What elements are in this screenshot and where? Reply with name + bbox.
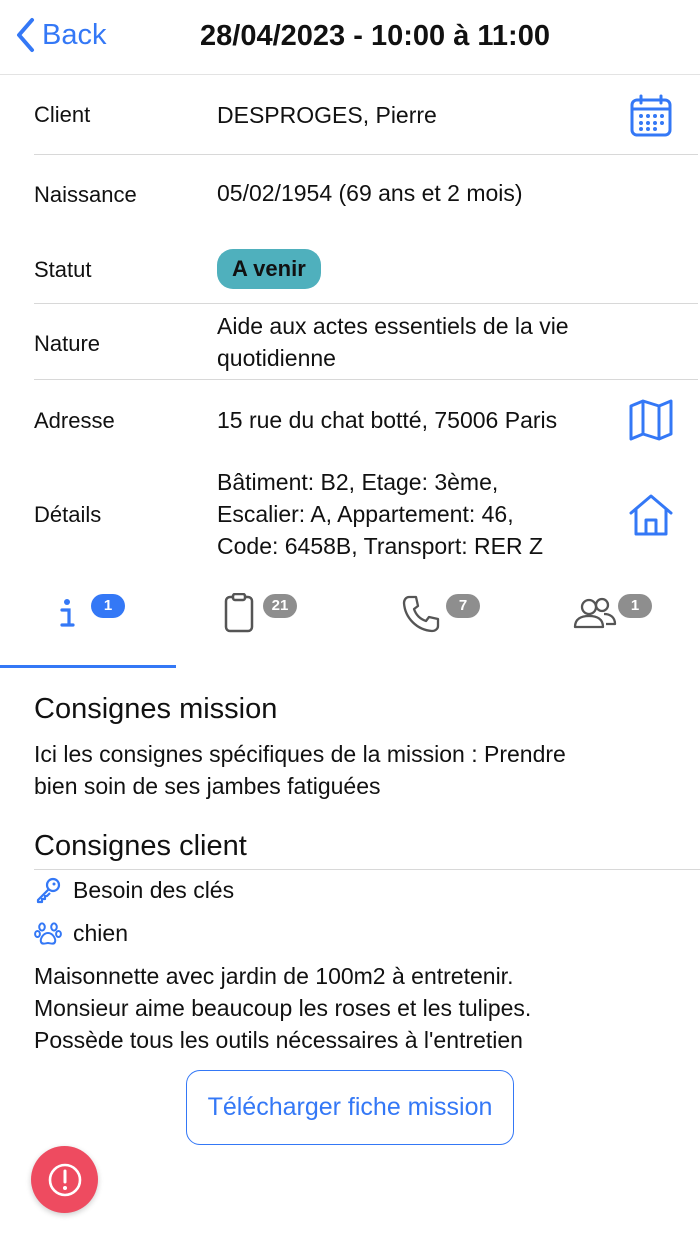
back-button[interactable]: Back [14, 16, 106, 54]
consigne-keys-text: Besoin des clés [73, 876, 235, 903]
tab-contacts[interactable]: 1 [525, 585, 700, 669]
consignes-mission-text: Ici les consignes spécifiques de la miss… [34, 738, 674, 802]
nature-value-line1: Aide aux actes essentiels de la vie [217, 313, 569, 339]
download-mission-sheet-button[interactable]: Télécharger fiche mission [186, 1070, 514, 1145]
client-value: DESPROGES, Pierre [217, 102, 437, 128]
naissance-label: Naissance [34, 182, 137, 207]
consignes-mission-line2: bien soin de ses jambes fatiguées [34, 773, 381, 799]
map-icon[interactable] [628, 397, 674, 443]
consignes-mission-title: Consignes mission [34, 693, 278, 725]
details-value-line1: Bâtiment: B2, Etage: 3ème, [217, 469, 499, 495]
phone-icon [402, 595, 440, 633]
consigne-keys: Besoin des clés [34, 876, 234, 904]
adresse-row: Adresse 15 rue du chat botté, 75006 Pari… [34, 380, 698, 460]
statut-label: Statut [34, 257, 92, 282]
consignes-client-text: Maisonnette avec jardin de 100m2 à entre… [34, 960, 674, 1056]
tab-tasks-count: 21 [263, 594, 297, 618]
consignes-client-line1: Maisonnette avec jardin de 100m2 à entre… [34, 963, 514, 989]
calendar-icon[interactable] [628, 93, 674, 139]
tab-tasks[interactable]: 21 [175, 585, 350, 669]
tab-info[interactable]: 1 [0, 585, 175, 669]
consigne-pet: chien [34, 919, 128, 947]
home-icon[interactable] [628, 492, 674, 538]
consigne-pet-text: chien [73, 919, 128, 946]
active-tab-indicator [0, 665, 176, 668]
paw-icon [34, 922, 62, 945]
consignes-client-line2: Monsieur aime beaucoup les roses et les … [34, 995, 532, 1021]
clipboard-icon [224, 593, 254, 633]
statut-row: Statut A venir [34, 230, 698, 304]
back-label: Back [42, 18, 107, 51]
status-badge: A venir [217, 249, 321, 289]
consignes-client-title: Consignes client [34, 830, 247, 862]
consignes-mission-line1: Ici les consignes spécifiques de la miss… [34, 741, 566, 767]
details-value-line2: Escalier: A, Appartement: 46, [217, 501, 514, 527]
consignes-client-line3: Possède tous les outils nécessaires à l'… [34, 1027, 523, 1053]
tab-calls-count: 7 [446, 594, 480, 618]
tab-info-count: 1 [91, 594, 125, 618]
exclamation-circle-icon [48, 1163, 81, 1196]
nature-label: Nature [34, 331, 101, 356]
info-icon [60, 599, 75, 627]
adresse-value: 15 rue du chat botté, 75006 Paris [217, 407, 558, 433]
nature-row: Nature Aide aux actes essentiels de la v… [34, 304, 698, 380]
section-divider [34, 869, 700, 870]
users-icon [573, 597, 617, 629]
naissance-value: 05/02/1954 (69 ans et 2 mois) [217, 180, 523, 206]
naissance-row: Naissance 05/02/1954 (69 ans et 2 mois) [34, 155, 698, 230]
navigation-bar: Back 28/04/2023 - 10:00 à 11:00 [0, 0, 700, 75]
adresse-label: Adresse [34, 408, 115, 433]
client-row: Client DESPROGES, Pierre [34, 75, 698, 155]
chevron-left-icon [17, 18, 34, 52]
client-label: Client [34, 102, 91, 127]
page-title: 28/04/2023 - 10:00 à 11:00 [200, 20, 550, 52]
tab-contacts-count: 1 [618, 594, 652, 618]
details-label: Détails [34, 502, 102, 527]
nature-value-line2: quotidienne [217, 345, 336, 371]
tab-bar: 1 21 7 1 [0, 585, 700, 669]
details-row: Détails Bâtiment: B2, Etage: 3ème, Escal… [34, 460, 698, 580]
details-value-line3: Code: 6458B, Transport: RER Z [217, 533, 543, 559]
tab-calls[interactable]: 7 [350, 585, 525, 669]
alert-button[interactable] [31, 1146, 98, 1213]
key-icon [36, 877, 61, 904]
